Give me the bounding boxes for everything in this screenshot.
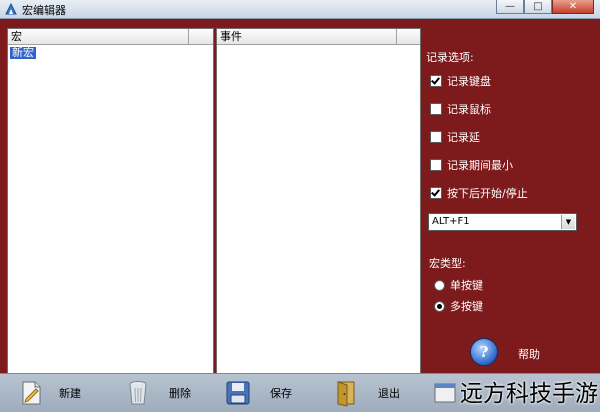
record-mouse-checkbox[interactable]: 记录鼠标 <box>430 101 491 117</box>
record-keyboard-checkbox[interactable]: 记录键盘 <box>430 73 491 89</box>
column-divider[interactable] <box>188 29 189 44</box>
chevron-down-icon[interactable]: ▼ <box>561 215 575 229</box>
window-title: 宏编辑器 <box>22 4 66 17</box>
window-icon <box>434 383 456 403</box>
macro-header-label: 宏 <box>11 30 22 43</box>
delete-button[interactable] <box>124 377 152 409</box>
help-icon[interactable]: ? <box>470 338 498 366</box>
exit-label[interactable]: 退出 <box>378 385 400 401</box>
hotkey-dropdown[interactable]: ALT+F1 ▼ <box>428 213 577 231</box>
minimize-during-record-checkbox[interactable]: 记录期间最小 <box>430 157 513 173</box>
help-label[interactable]: 帮助 <box>518 346 540 362</box>
checkbox-box[interactable] <box>430 75 442 87</box>
macro-list-panel[interactable]: 宏 新宏 <box>7 28 214 388</box>
macro-list[interactable]: 新宏 <box>8 45 213 59</box>
delete-label[interactable]: 删除 <box>169 385 191 401</box>
record-delay-checkbox[interactable]: 记录延 <box>430 129 480 145</box>
checkbox-box[interactable] <box>430 103 442 115</box>
floppy-disk-icon <box>226 381 250 405</box>
checkbox-label: 记录延 <box>447 131 480 144</box>
extra-toolbar-button[interactable] <box>432 377 460 409</box>
app-icon <box>5 2 17 15</box>
checkbox-label: 记录鼠标 <box>447 103 491 116</box>
multi-key-radio[interactable]: 多按键 <box>434 298 483 314</box>
macro-type-label: 宏类型: <box>429 257 466 270</box>
window-controls: — □ ✕ <box>496 0 594 14</box>
save-label[interactable]: 保存 <box>270 385 292 401</box>
new-button[interactable] <box>17 377 45 409</box>
events-column-header[interactable]: 事件 <box>217 29 420 45</box>
events-list-panel[interactable]: 事件 <box>216 28 421 388</box>
checkbox-box[interactable] <box>430 187 442 199</box>
checkbox-label: 按下后开始/停止 <box>447 187 528 200</box>
radio-label: 多按键 <box>450 300 483 313</box>
checkbox-label: 记录期间最小 <box>447 159 513 172</box>
single-key-radio[interactable]: 单按键 <box>434 277 483 293</box>
minimize-button[interactable]: — <box>496 0 524 14</box>
macro-column-header[interactable]: 宏 <box>8 29 213 45</box>
checkbox-box[interactable] <box>430 159 442 171</box>
title-bar: 宏编辑器 — □ ✕ <box>0 0 600 19</box>
save-button[interactable] <box>224 377 252 409</box>
checkbox-box[interactable] <box>430 131 442 143</box>
record-options-title: 记录选项: <box>426 51 474 64</box>
column-divider[interactable] <box>396 29 397 44</box>
watermark: 远方科技手游 <box>460 381 598 407</box>
hotkey-value: ALT+F1 <box>432 216 470 227</box>
macro-list-item[interactable]: 新宏 <box>10 47 36 59</box>
new-document-icon <box>22 381 41 405</box>
checkbox-label: 记录键盘 <box>447 75 491 88</box>
radio-button[interactable] <box>434 279 445 291</box>
exit-button[interactable] <box>332 377 360 409</box>
trash-bin-icon <box>129 381 147 405</box>
radio-button[interactable] <box>434 300 445 312</box>
exit-door-icon <box>337 381 355 407</box>
close-button[interactable]: ✕ <box>552 0 594 14</box>
press-start-stop-checkbox[interactable]: 按下后开始/停止 <box>430 185 528 201</box>
events-list[interactable] <box>217 45 420 46</box>
new-label[interactable]: 新建 <box>59 385 81 401</box>
main-frame: 宏 新宏 事件 记录选项: 记录键盘 记录鼠标 记录延 记录期间最小 按下后开始… <box>0 19 600 388</box>
maximize-button[interactable]: □ <box>524 0 552 14</box>
events-header-label: 事件 <box>220 30 242 43</box>
radio-label: 单按键 <box>450 279 483 292</box>
